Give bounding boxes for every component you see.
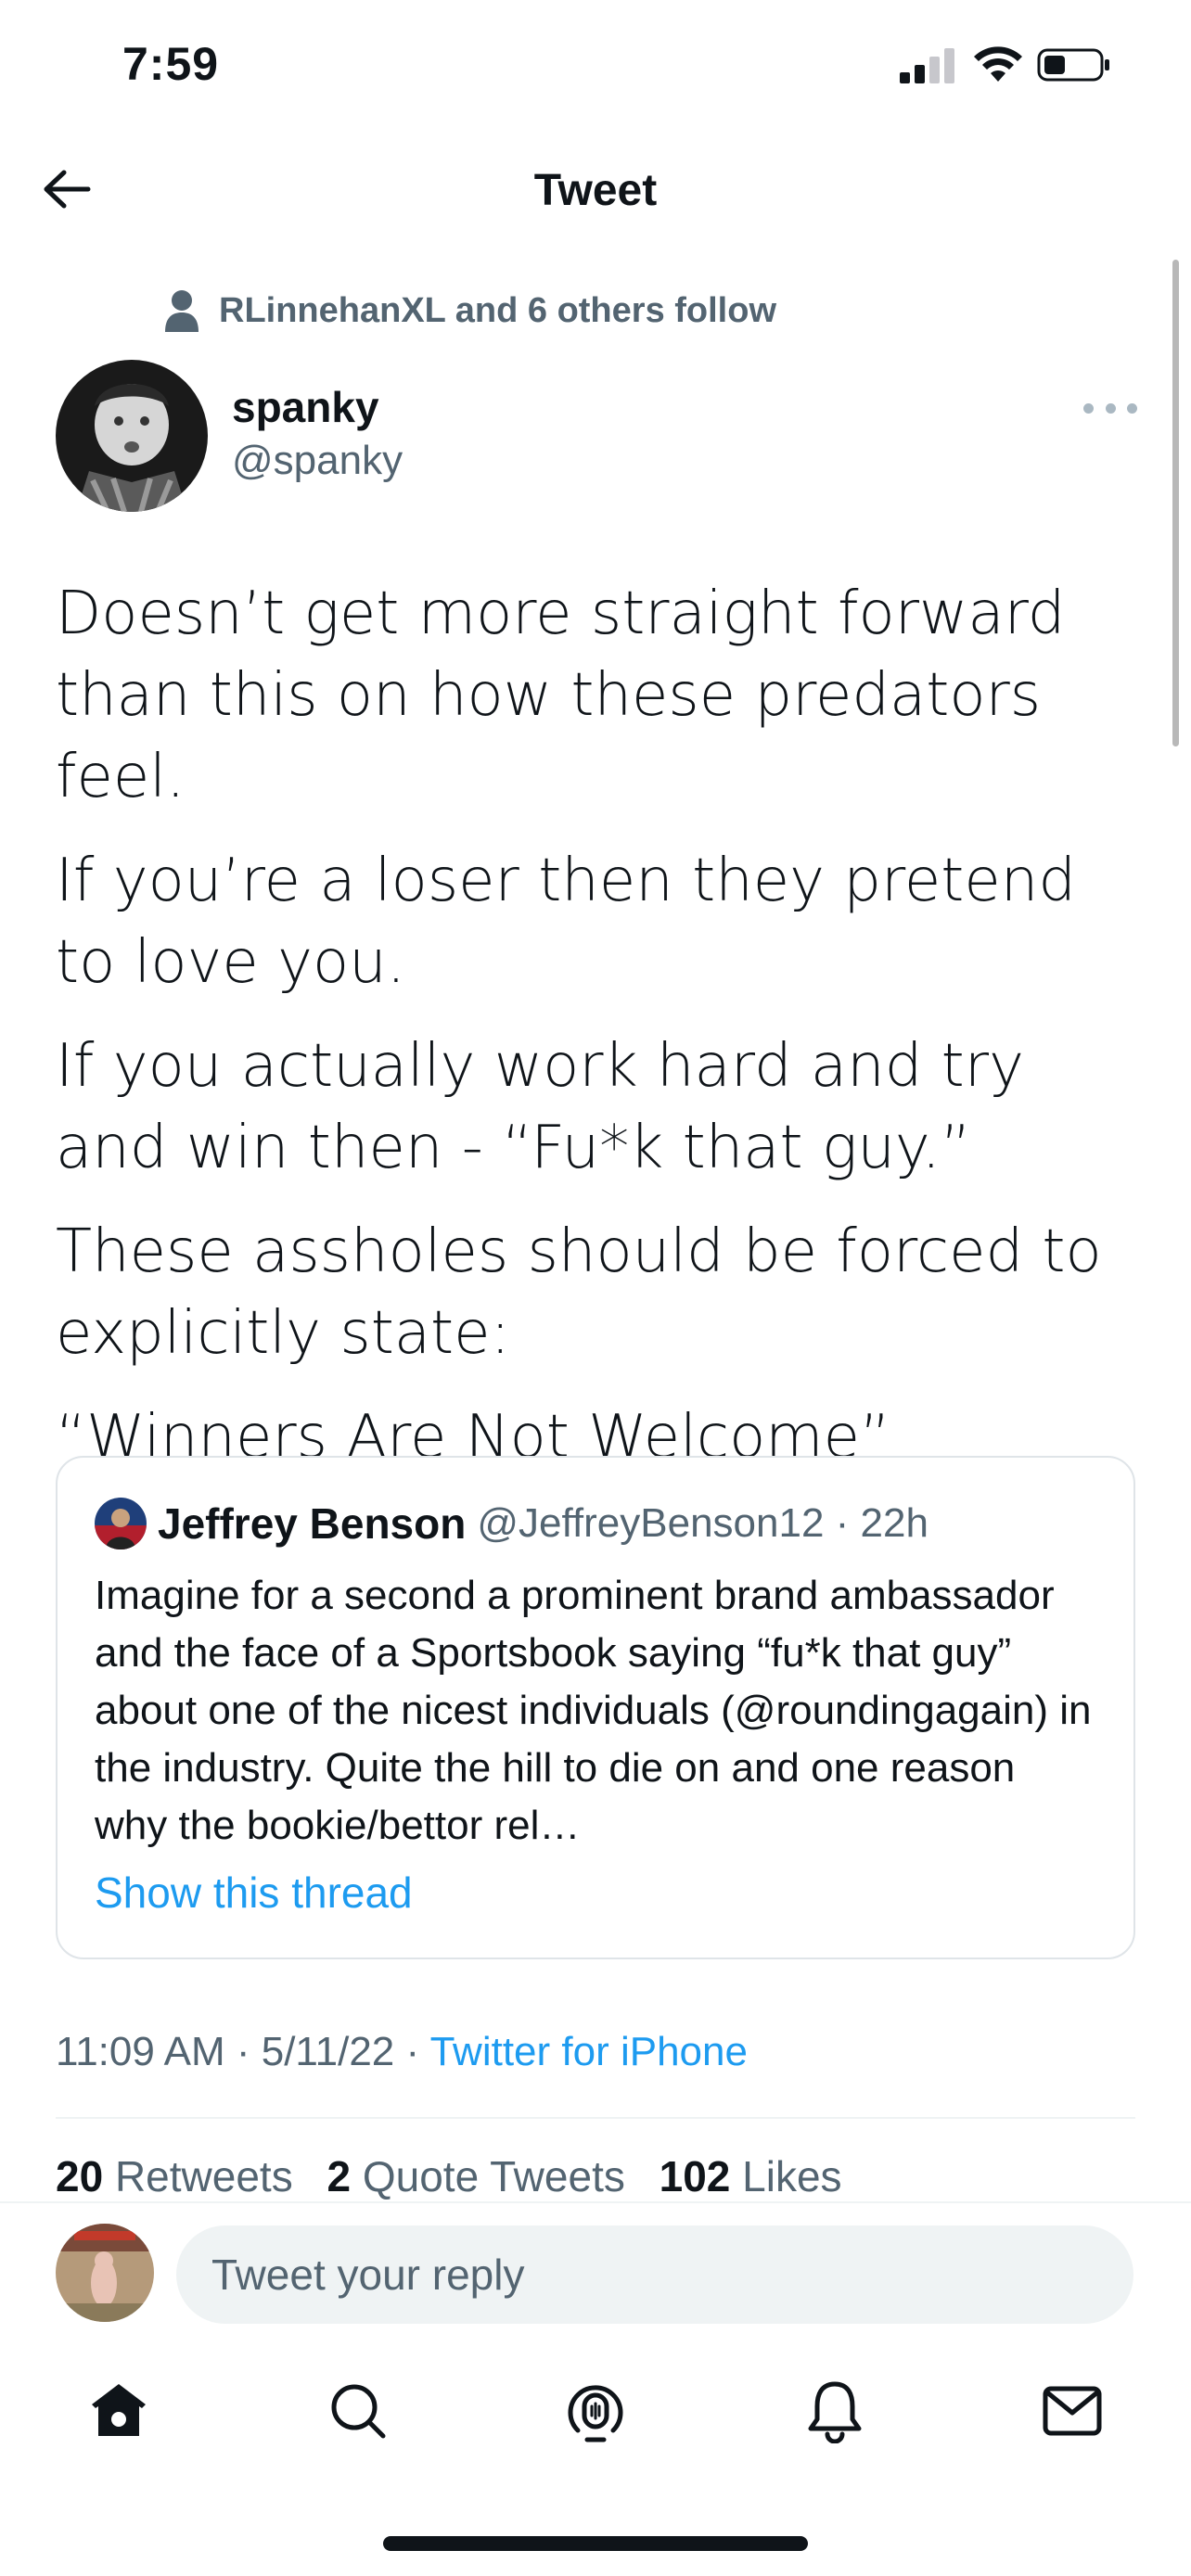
- quoted-tweet[interactable]: Jeffrey Benson @JeffreyBenson12 · 22h Im…: [56, 1456, 1135, 1959]
- quoted-tweet-header: Jeffrey Benson @JeffreyBenson12 · 22h: [95, 1493, 1096, 1554]
- tab-messages[interactable]: [1035, 2374, 1109, 2448]
- wifi-icon: [974, 46, 1022, 82]
- social-context[interactable]: RLinnehanXL and 6 others follow: [163, 286, 776, 336]
- tab-bar: [0, 2355, 1191, 2467]
- reply-input[interactable]: [176, 2225, 1133, 2324]
- tweet-paragraph: If you’re a loser then they pretend to l…: [56, 847, 1076, 997]
- more-dot: [1127, 402, 1137, 414]
- search-icon: [331, 2384, 386, 2439]
- more-dot: [1083, 402, 1094, 414]
- divider: [56, 2117, 1135, 2119]
- social-context-text: RLinnehanXL and 6 others follow: [219, 290, 777, 330]
- tweet-source-link[interactable]: Twitter for iPhone: [430, 2029, 748, 2074]
- author-avatar[interactable]: [56, 360, 208, 512]
- status-time: 7:59: [122, 38, 220, 90]
- tweet-timestamp: 11:09 AM · 5/11/22 ·: [56, 2029, 430, 2074]
- messages-icon: [1043, 2386, 1102, 2436]
- tweet-paragraph: These assholes should be forced to expli…: [56, 1218, 1102, 1368]
- status-bar: 7:59: [0, 0, 1191, 130]
- home-icon: [92, 2384, 146, 2436]
- quoted-author-name: Jeffrey Benson: [158, 1499, 467, 1548]
- tweet-text: Doesn’t get more straight forward than t…: [56, 573, 1150, 1500]
- retweets-count: 20: [56, 2152, 104, 2200]
- retweets-label: Retweets: [114, 2152, 293, 2200]
- reply-bar: [0, 2201, 1191, 2340]
- tab-spaces[interactable]: [558, 2374, 633, 2448]
- tab-search[interactable]: [321, 2374, 395, 2448]
- scrollbar[interactable]: [1172, 260, 1179, 746]
- tab-home[interactable]: [82, 2374, 156, 2448]
- quote-tweets-stat[interactable]: 2 Quote Tweets: [327, 2152, 624, 2200]
- quoted-tweet-text: Imagine for a second a prominent brand a…: [95, 1573, 1092, 1848]
- person-icon: [165, 290, 198, 332]
- likes-label: Likes: [742, 2152, 842, 2200]
- likes-count: 102: [659, 2152, 731, 2200]
- author-handle[interactable]: @spanky: [232, 438, 403, 484]
- quote-tweets-label: Quote Tweets: [362, 2152, 625, 2200]
- home-indicator[interactable]: [383, 2536, 808, 2551]
- tab-notifications[interactable]: [798, 2374, 872, 2448]
- page-title: Tweet: [533, 166, 658, 215]
- author-name[interactable]: spanky: [232, 382, 379, 432]
- battery-icon: [1037, 48, 1109, 82]
- user-avatar[interactable]: [56, 2224, 154, 2322]
- more-dot: [1105, 402, 1116, 414]
- show-thread-link[interactable]: Show this thread: [95, 1868, 1096, 1918]
- spaces-icon: [568, 2385, 623, 2442]
- nav-header: Tweet: [0, 139, 1191, 241]
- quoted-author-avatar: [95, 1498, 147, 1549]
- notifications-icon: [808, 2381, 862, 2443]
- likes-stat[interactable]: 102 Likes: [660, 2152, 842, 2200]
- quote-tweets-count: 2: [327, 2152, 352, 2200]
- retweets-stat[interactable]: 20 Retweets: [56, 2152, 293, 2200]
- tweet-paragraph: If you actually work hard and try and wi…: [56, 1032, 1024, 1182]
- more-options-button[interactable]: [1083, 389, 1137, 427]
- quoted-author-handle: @JeffreyBenson12 · 22h: [477, 1500, 928, 1546]
- tweet-meta: 11:09 AM · 5/11/22 · Twitter for iPhone: [56, 2029, 748, 2075]
- tweet-paragraph: Doesn’t get more straight forward than t…: [56, 580, 1066, 811]
- cellular-signal-icon: [900, 48, 954, 83]
- tweet-stats: 20 Retweets 2 Quote Tweets 102 Likes: [56, 2151, 864, 2201]
